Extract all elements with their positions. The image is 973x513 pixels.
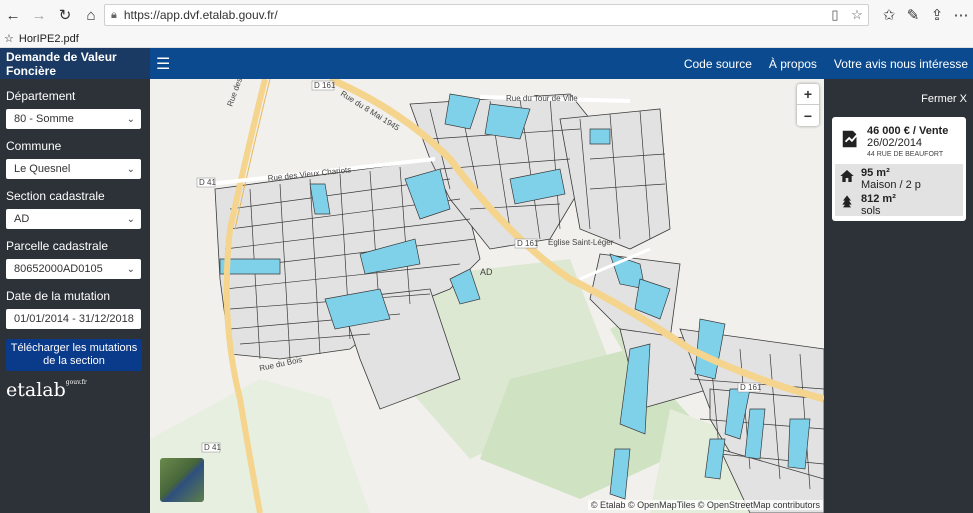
chevron-down-icon: ⌄	[126, 213, 135, 225]
reading-view-icon[interactable]: ▯	[824, 7, 846, 23]
tree-icon	[842, 195, 852, 208]
road-label: D 161	[517, 239, 539, 248]
satellite-layer-toggle[interactable]	[160, 458, 204, 502]
chevron-down-icon: ⌄	[126, 263, 135, 275]
favorite-star-icon[interactable]: ☆	[846, 7, 868, 23]
bookmark-item[interactable]: HorIPE2.pdf	[19, 33, 79, 45]
parcelle-label: Parcelle cadastrale	[6, 239, 109, 253]
bookmark-star-icon: ☆	[4, 33, 14, 45]
road-label: Eglise Saint-Léger	[548, 238, 614, 247]
forward-icon[interactable]: →	[26, 0, 52, 30]
close-panel-link[interactable]: Fermer X	[921, 93, 967, 105]
road-label: Rue du Tour de Ville	[506, 94, 578, 103]
road-label: D 161	[740, 383, 762, 392]
cadastral-map[interactable]: D 161 Rue du 8 Mai 1945 Rue des Vieux Ch…	[150, 79, 824, 513]
top-nav: Code source À propos Votre avis nous int…	[667, 48, 968, 79]
refresh-icon[interactable]: ↻	[52, 0, 78, 30]
departement-value: 80 - Somme	[14, 113, 74, 125]
app-title[interactable]: Demande de Valeur Foncière	[0, 48, 150, 79]
mutation-panel: Fermer X 46 000 € / Vente 26/02/2014 44 …	[824, 79, 973, 513]
building-type: Maison / 2 p	[861, 179, 921, 191]
house-icon	[840, 170, 854, 182]
road-label: D 41	[199, 178, 216, 187]
address-bar[interactable]: 🔒︎ https://app.dvf.etalab.gouv.fr/ ▯ ☆	[104, 4, 869, 26]
section-value: AD	[14, 213, 30, 225]
sale-address: 44 RUE DE BEAUFORT	[867, 151, 944, 158]
building-surface: 95 m²	[861, 167, 890, 179]
sale-price: 46 000 € / Vente	[867, 125, 949, 137]
mutation-card: 46 000 € / Vente 26/02/2014 44 RUE DE BE…	[832, 117, 966, 221]
chevron-down-icon: ⌄	[126, 113, 135, 125]
favorites-icon[interactable]: ✩	[877, 0, 901, 30]
bookmarks-bar: ☆ HorIPE2.pdf	[0, 30, 973, 48]
browser-right-tools: ✩ ✎ ⇪ ⋯	[877, 0, 973, 30]
departement-select[interactable]: 80 - Somme ⌄	[6, 109, 141, 129]
commune-select[interactable]: Le Quesnel ⌄	[6, 159, 141, 179]
road-label: D 41	[204, 443, 221, 452]
zoom-control: + −	[797, 84, 819, 126]
date-label: Date de la mutation	[6, 289, 111, 303]
menu-icon[interactable]: ☰	[156, 48, 170, 79]
lock-icon: 🔒︎	[111, 8, 117, 21]
url-text: https://app.dvf.etalab.gouv.fr/	[123, 8, 278, 22]
etalab-logo: etalabgouv.fr	[6, 379, 87, 401]
parcelle-select[interactable]: 80652000AD0105 ⌄	[6, 259, 141, 279]
pen-icon[interactable]: ✎	[901, 0, 925, 30]
parcelle-value: 80652000AD0105	[14, 263, 103, 275]
road-label: D 161	[314, 81, 336, 90]
commune-label: Commune	[6, 139, 62, 153]
app-header: Demande de Valeur Foncière ☰ Code source…	[0, 48, 973, 79]
nav-avis[interactable]: Votre avis nous intéresse	[834, 57, 968, 71]
section-select[interactable]: AD ⌄	[6, 209, 141, 229]
zoom-out-button[interactable]: −	[797, 105, 819, 126]
land-surface: 812 m²	[861, 193, 896, 205]
date-range-value: 01/01/2014 - 31/12/2018	[14, 313, 134, 325]
back-icon[interactable]: ←	[0, 0, 26, 30]
nav-a-propos[interactable]: À propos	[769, 57, 817, 71]
section-label: AD	[480, 267, 493, 277]
chevron-down-icon: ⌄	[126, 163, 135, 175]
download-mutations-button[interactable]: Télécharger les mutations de la section	[6, 339, 142, 371]
departement-label: Département	[6, 89, 76, 103]
commune-value: Le Quesnel	[14, 163, 71, 175]
land-type: sols	[861, 205, 881, 217]
more-icon[interactable]: ⋯	[949, 0, 973, 30]
nav-code-source[interactable]: Code source	[684, 57, 752, 71]
zoom-in-button[interactable]: +	[797, 84, 819, 105]
map-canvas[interactable]: D 161 Rue du 8 Mai 1945 Rue des Vieux Ch…	[150, 79, 824, 513]
section-label: Section cadastrale	[6, 189, 105, 203]
date-range-input[interactable]: 01/01/2014 - 31/12/2018	[6, 309, 141, 329]
map-attribution: © Etalab © OpenMapTiles © OpenStreetMap …	[587, 500, 823, 510]
share-icon[interactable]: ⇪	[925, 0, 949, 30]
home-icon[interactable]: ⌂	[78, 0, 104, 30]
sale-date: 26/02/2014	[867, 137, 923, 149]
filter-sidebar: Département 80 - Somme ⌄ Commune Le Ques…	[0, 79, 150, 513]
sale-contract-icon	[842, 130, 859, 148]
